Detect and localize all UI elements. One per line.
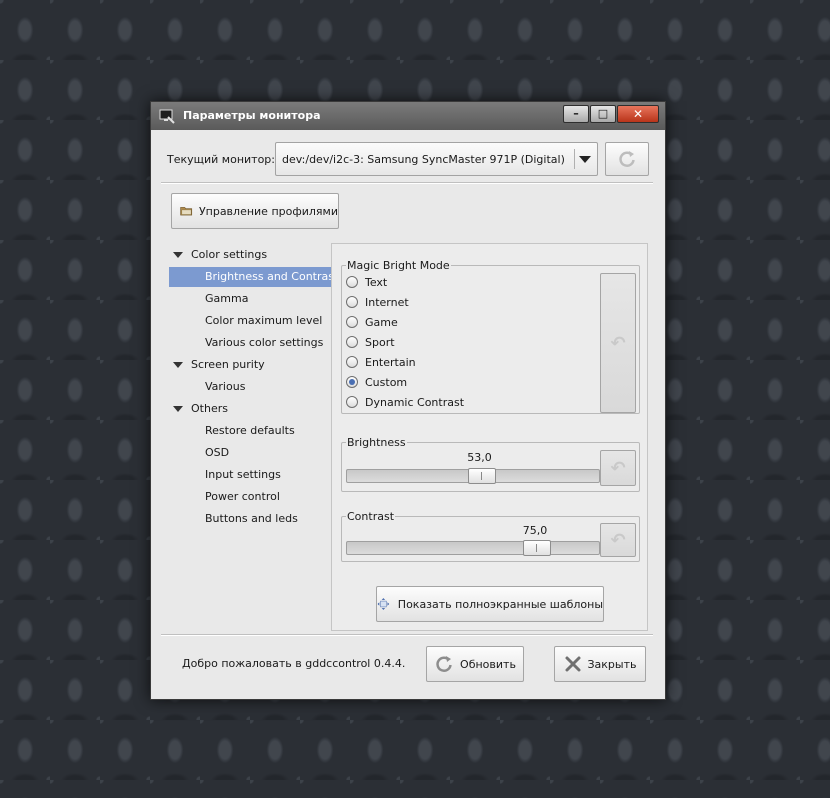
radio-label: Custom: [365, 375, 408, 389]
radio-label: Internet: [365, 295, 409, 309]
monitor-app-icon: [159, 109, 175, 124]
radio-button[interactable]: [346, 396, 358, 408]
refresh-label: Обновить: [460, 657, 516, 671]
radio-option-text[interactable]: Text: [346, 272, 387, 292]
main-window: Параметры монитора – □ ✕ Текущий монитор…: [150, 101, 666, 700]
contrast-frame: Contrast 75,0 ↶: [341, 510, 640, 562]
undo-icon: ↶: [610, 529, 626, 551]
window-title: Параметры монитора: [183, 109, 321, 122]
radio-button[interactable]: [346, 336, 358, 348]
radio-label: Dynamic Contrast: [365, 395, 465, 409]
brightness-slider[interactable]: [346, 468, 600, 484]
refresh-icon: [436, 656, 452, 672]
monitor-select-value: dev:/dev/i2c-3: Samsung SyncMaster 971P …: [282, 153, 565, 166]
radio-option-entertain[interactable]: Entertain: [346, 352, 416, 372]
brightness-value: 53,0: [467, 451, 492, 464]
radio-option-game[interactable]: Game: [346, 312, 398, 332]
radio-option-sport[interactable]: Sport: [346, 332, 395, 352]
title-bar[interactable]: Параметры монитора – □ ✕: [151, 102, 665, 130]
magic-bright-frame: Magic Bright Mode Text Internet Game Sport E…: [341, 259, 640, 414]
radio-button[interactable]: [346, 276, 358, 288]
radio-option-custom[interactable]: Custom: [346, 372, 407, 392]
manage-profiles-label: Управление профилями: [198, 204, 338, 218]
radio-button[interactable]: [346, 376, 358, 388]
divider: [161, 182, 653, 184]
maximize-button[interactable]: □: [590, 105, 616, 123]
close-button[interactable]: Закрыть: [554, 646, 646, 682]
radio-label: Sport: [365, 335, 395, 349]
folder-icon: [180, 207, 193, 216]
brightness-frame: Brightness 53,0 ↶: [341, 436, 640, 492]
refresh-monitors-button[interactable]: [605, 142, 649, 176]
divider: [161, 634, 653, 636]
close-window-button[interactable]: ✕: [617, 105, 659, 123]
radio-label: Game: [365, 315, 398, 329]
tree-group-screen-purity[interactable]: Screen purity: [169, 355, 331, 375]
undo-icon: ↶: [610, 332, 626, 354]
tree-group-others[interactable]: Others: [169, 399, 331, 419]
contrast-value: 75,0: [522, 524, 548, 537]
radio-button[interactable]: [346, 316, 358, 328]
refresh-icon: [619, 151, 635, 167]
window-controls: – □ ✕: [562, 105, 659, 123]
expander-icon[interactable]: [173, 252, 183, 258]
manage-profiles-button[interactable]: Управление профилями: [171, 193, 339, 229]
monitor-select[interactable]: dev:/dev/i2c-3: Samsung SyncMaster 971P …: [275, 142, 598, 176]
undo-contrast-button[interactable]: ↶: [600, 523, 636, 557]
combo-separator: [574, 149, 575, 169]
radio-option-dynamic-contrast[interactable]: Dynamic Contrast: [346, 392, 464, 412]
radio-option-internet[interactable]: Internet: [346, 292, 409, 312]
minimize-button[interactable]: –: [563, 105, 589, 123]
radio-label: Entertain: [365, 355, 416, 369]
settings-panel: Magic Bright Mode Text Internet Game Sport E…: [331, 243, 648, 631]
current-monitor-label: Текущий монитор:: [167, 153, 275, 166]
close-icon: [565, 656, 580, 672]
radio-label: Text: [365, 275, 388, 289]
contrast-title: Contrast: [346, 510, 396, 523]
refresh-button[interactable]: Обновить: [426, 646, 524, 682]
undo-magic-bright-button[interactable]: ↶: [600, 273, 636, 413]
tree-group-color-settings[interactable]: Color settings: [169, 245, 331, 265]
contrast-slider-handle[interactable]: [523, 540, 551, 556]
templates-label: Показать полноэкранные шаблоны: [397, 597, 603, 611]
expander-icon[interactable]: [173, 362, 183, 368]
undo-brightness-button[interactable]: ↶: [600, 450, 636, 486]
chevron-down-icon: [579, 156, 591, 163]
magic-bright-title: Magic Bright Mode: [346, 259, 451, 272]
undo-icon: ↶: [610, 457, 626, 479]
radio-button[interactable]: [346, 296, 358, 308]
contrast-slider[interactable]: [346, 540, 600, 556]
radio-button[interactable]: [346, 356, 358, 368]
status-message: Добро пожаловать в gddccontrol 0.4.4.: [182, 657, 406, 670]
brightness-title: Brightness: [346, 436, 407, 449]
move-arrows-icon: [377, 598, 390, 610]
brightness-slider-handle[interactable]: [467, 468, 496, 484]
show-fullscreen-templates-button[interactable]: Показать полноэкранные шаблоны: [376, 586, 604, 622]
close-label: Закрыть: [587, 657, 637, 671]
expander-icon[interactable]: [173, 406, 183, 412]
